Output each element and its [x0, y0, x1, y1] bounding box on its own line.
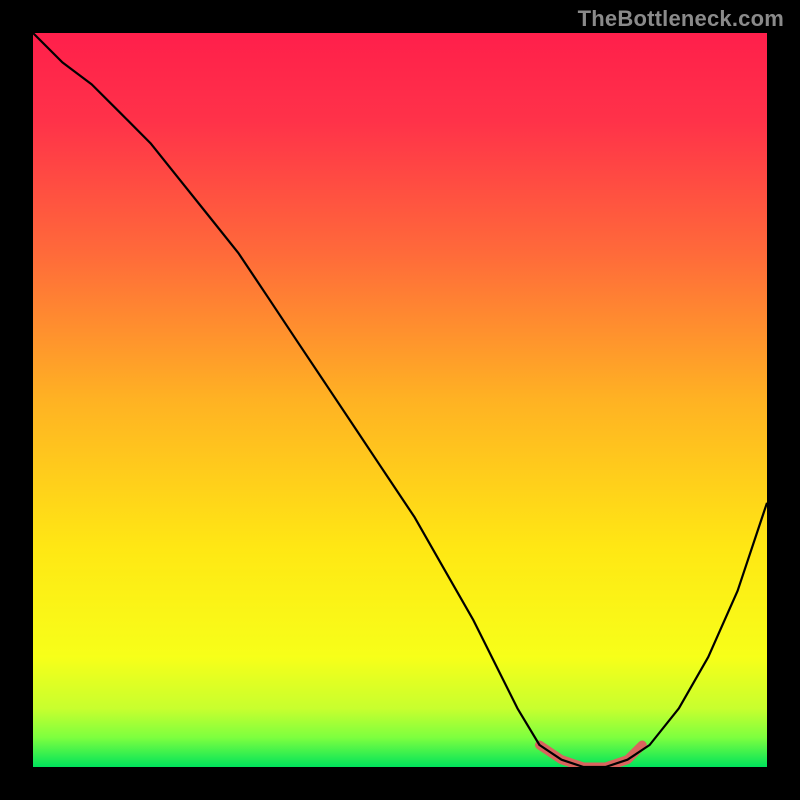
- plot-area: [33, 33, 767, 767]
- curve-layer: [33, 33, 767, 767]
- chart-frame: TheBottleneck.com: [0, 0, 800, 800]
- watermark-text: TheBottleneck.com: [578, 6, 784, 32]
- bottleneck-curve: [33, 33, 767, 767]
